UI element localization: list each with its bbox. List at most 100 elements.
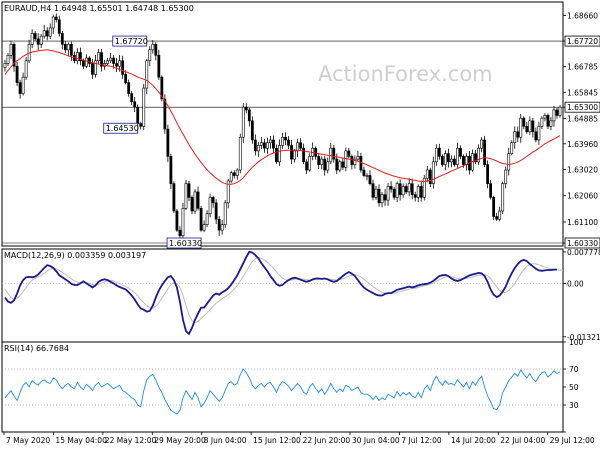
time-tick-label: 7 Jul 12:00 [401,436,441,445]
time-tick-label: 29 Jul 12:00 [550,436,595,445]
rsi-tick-label: 100 [569,338,584,347]
candle-down [172,183,176,212]
candle-up [431,161,435,185]
price-tick-label: 1.67720 [567,37,598,46]
candle-up [450,158,453,163]
price-tick-label: 1.65845 [567,88,598,97]
candle-down [175,210,179,231]
candle-up [380,194,384,204]
candle-down [130,93,134,103]
candle-up [504,169,508,185]
candle-up [443,153,447,165]
candle-down [440,156,444,165]
price-tick-label: 1.68660 [567,11,598,20]
candle-down [54,16,58,21]
candle-down [187,183,191,198]
candle-up [558,106,562,116]
candle-down [247,109,251,122]
candle-up [425,169,429,179]
candle-up [109,57,112,62]
annotation-label: 1.60330 [169,239,202,248]
candle-up [3,63,7,68]
candle-up [365,175,369,177]
candle-up [386,186,390,201]
candle-down [302,147,306,163]
candle-up [66,44,70,51]
price-tick-label: 1.60330 [567,239,598,248]
candle-down [413,194,417,198]
candle-up [320,158,324,165]
time-tick-label: 22 Jun 20:00 [303,436,351,445]
candle-up [24,60,28,78]
macd-header: MACD(12,26,9) 0.003359 0.003197 [4,251,146,260]
candle-down [63,44,67,51]
candle-up [456,147,459,165]
candle-down [169,156,173,185]
candle-down [18,82,22,94]
candle-down [314,147,318,157]
candle-down [275,147,278,163]
candle-up [205,213,209,225]
candle-up [401,186,405,195]
chart-background [0,0,600,450]
candle-up [75,52,79,62]
candle-down [15,65,19,83]
rsi-tick-label: 70 [569,365,579,374]
candle-up [540,117,544,127]
candle-up [269,139,272,144]
candle-down [157,54,161,78]
macd-tick-label: 0.00 [567,279,584,288]
candle-up [223,202,227,225]
price-tick-label: 1.63960 [567,140,598,149]
candle-up [510,142,514,154]
candle-down [398,183,402,195]
candle-down [45,30,49,37]
candle-up [543,115,547,119]
candle-down [368,175,372,185]
candle-up [293,150,296,160]
candle-down [462,156,465,165]
candle-down [492,197,496,217]
candle-down [335,158,339,171]
time-tick-label: 15 Jun 12:00 [253,436,301,445]
candle-down [166,128,170,157]
candle-down [546,115,550,127]
time-tick-label: 7 May 2020 [6,436,50,445]
rsi-tick-label: 50 [569,383,579,392]
candle-up [501,183,505,212]
candle-up [259,142,263,146]
price-header: EURAUD,H4 1.64948 1.65501 1.64748 1.6530… [4,4,194,13]
candle-up [208,197,212,215]
candle-up [238,136,242,171]
candle-down [36,38,40,45]
price-tick-label: 1.66785 [567,63,598,72]
candle-up [30,33,34,45]
candle-up [549,120,553,127]
rsi-header: RSI(14) 66.7684 [4,344,69,353]
candle-down [91,63,94,75]
candle-down [419,186,423,198]
candle-up [48,27,52,37]
candle-up [229,172,233,182]
candle-down [483,139,486,165]
candle-down [323,158,327,171]
candle-down [82,60,85,67]
candle-down [459,147,462,157]
candle-up [148,49,152,62]
candle-down [555,109,559,116]
price-tick-label: 1.64885 [567,115,598,124]
candle-down [69,44,73,56]
candle-up [97,52,100,62]
candle-down [88,57,91,64]
candle-down [383,194,387,201]
candle-up [21,76,25,94]
candle-down [299,142,302,149]
candle-down [446,153,450,163]
time-tick-label: 30 Jun 04:00 [352,436,400,445]
candle-down [404,186,408,193]
candle-down [525,126,529,133]
candle-up [480,139,483,149]
time-tick-label: 22 Jul 04:00 [500,436,545,445]
candle-up [85,57,88,67]
candle-up [42,30,46,37]
